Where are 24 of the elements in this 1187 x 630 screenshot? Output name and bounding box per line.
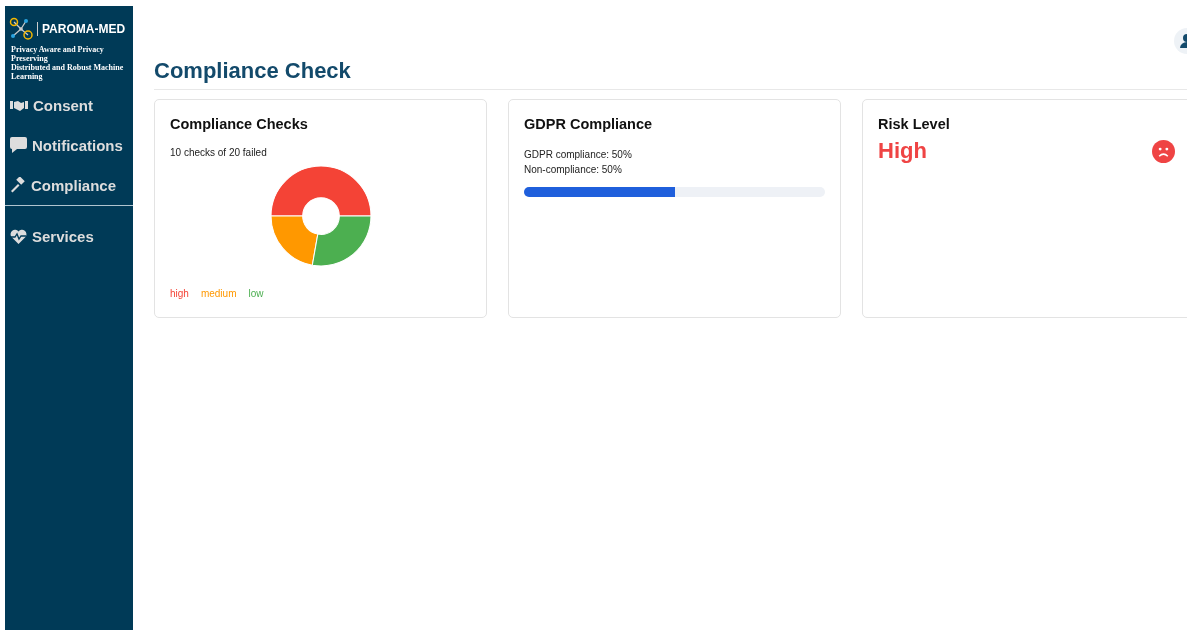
card-title: Risk Level [878,116,951,132]
stat-text: Non-compliance: 50% [524,163,623,177]
sidebar-item[interactable]: Consent [5,85,133,125]
brand-name: PAROMA-MED [42,22,126,36]
legend-label: high [170,288,189,299]
sidebar-item[interactable]: Notifications [5,125,133,165]
sidebar-item[interactable]: Compliance [5,165,133,205]
network-logo-icon [8,16,34,42]
brand-tagline: Privacy Aware and Privacy Preserving [11,45,105,63]
handshake-icon [10,98,28,112]
heart-pulse-icon [10,228,27,244]
legend-label: medium [200,288,237,299]
card-title: GDPR Compliance [524,116,654,132]
card-title: Compliance Checks [170,116,309,132]
speech-bubble-icon [10,137,27,153]
page-title: Compliance Check [154,58,352,84]
brand-tagline: Distributed and Robust Machine Learning [11,63,125,81]
risk-value: High [878,138,927,164]
sidebar-item[interactable]: Services [5,216,133,256]
legend-label: low [248,288,264,299]
gavel-icon [10,177,26,193]
sad-face-icon [1152,139,1175,163]
stat-text: GDPR compliance: 50% [524,148,633,162]
summary-text: 10 checks of 20 failed [170,147,268,158]
